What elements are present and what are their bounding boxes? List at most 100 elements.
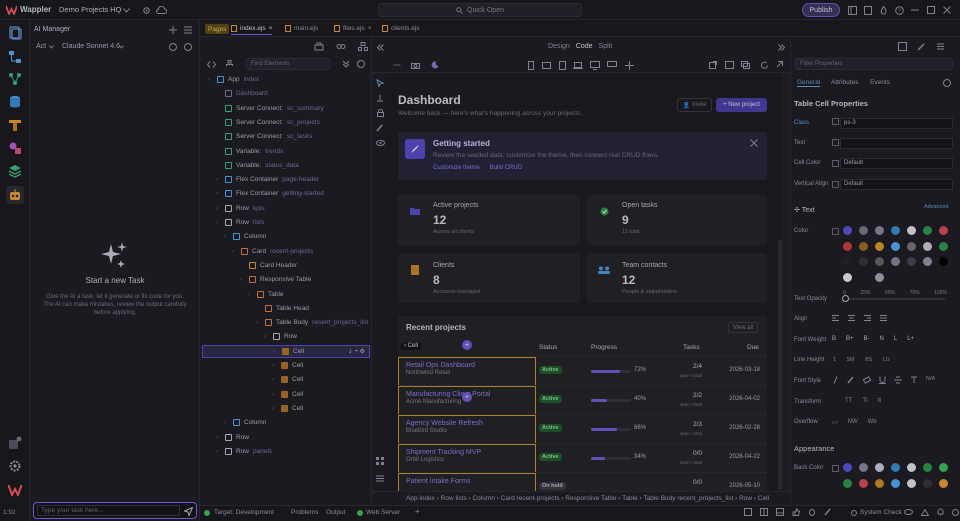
overflow-option[interactable]: NW bbox=[848, 419, 858, 426]
thumbs-up-icon[interactable] bbox=[792, 508, 800, 516]
breadcrumb[interactable]: App index › Row lists › Column › Card re… bbox=[372, 491, 790, 505]
tree-item[interactable]: Server Connect: sc_summary bbox=[202, 102, 370, 115]
align-center-icon[interactable] bbox=[848, 315, 855, 321]
color-swatch[interactable] bbox=[891, 463, 900, 472]
project-name[interactable]: Agency Website Refresh bbox=[406, 420, 528, 427]
warning-icon[interactable] bbox=[921, 508, 929, 516]
color-swatch[interactable] bbox=[939, 463, 948, 472]
color-swatch[interactable] bbox=[859, 463, 868, 472]
color-swatch[interactable] bbox=[843, 463, 852, 472]
ai-mode-select[interactable]: Act bbox=[36, 43, 46, 50]
collapse-left-icon[interactable] bbox=[375, 42, 385, 52]
problems-tab[interactable]: Problems bbox=[291, 509, 318, 516]
chevron-icon[interactable]: › bbox=[272, 376, 277, 383]
mode-code[interactable]: Code bbox=[576, 43, 593, 50]
color-swatch[interactable] bbox=[843, 226, 852, 235]
tree-item[interactable]: Table Head bbox=[202, 302, 370, 315]
send-icon[interactable] bbox=[183, 506, 193, 516]
color-swatch[interactable] bbox=[939, 241, 948, 251]
transform-option[interactable]: TT bbox=[845, 398, 852, 404]
find-elements-input[interactable]: Find Elements bbox=[246, 58, 330, 70]
color-swatch[interactable] bbox=[907, 478, 916, 488]
resources-icon[interactable] bbox=[6, 116, 24, 134]
project-name[interactable]: Retail Ops Dashboard bbox=[406, 362, 528, 369]
color-swatch[interactable] bbox=[859, 226, 868, 235]
class-binding-icon[interactable] bbox=[832, 118, 839, 125]
list-icon[interactable] bbox=[375, 473, 385, 483]
color-swatch[interactable] bbox=[891, 241, 900, 251]
bug-icon[interactable] bbox=[808, 508, 816, 516]
line-height-option[interactable]: 1 bbox=[833, 357, 836, 363]
tree-item[interactable]: › Flex Container getting-started bbox=[202, 187, 370, 200]
tree-item[interactable]: › Row bbox=[202, 431, 370, 444]
color-swatch[interactable] bbox=[939, 478, 948, 488]
quick-open-search[interactable]: Quick Open bbox=[378, 3, 582, 17]
code-icon[interactable] bbox=[206, 59, 216, 69]
target-selector[interactable]: Target: Development bbox=[214, 509, 274, 516]
expand-icon[interactable] bbox=[341, 59, 351, 69]
table-row[interactable]: Shipment Tracking MVP Orbit Logistics Acti… bbox=[398, 443, 767, 473]
task-input[interactable] bbox=[37, 505, 180, 516]
color-swatch[interactable] bbox=[875, 257, 884, 266]
chevron-icon[interactable]: › bbox=[232, 248, 237, 255]
column-header-cell[interactable]: ‹ Cell bbox=[401, 342, 422, 350]
chevron-icon[interactable]: › bbox=[240, 276, 245, 283]
chevron-icon[interactable]: › bbox=[216, 205, 221, 212]
tree-item[interactable]: › Cell bbox=[202, 373, 370, 386]
chevron-icon[interactable]: › bbox=[273, 348, 278, 355]
dark-mode-moon-icon[interactable] bbox=[430, 60, 440, 70]
add-row-icon[interactable]: + bbox=[462, 392, 472, 402]
color-swatch[interactable] bbox=[907, 257, 916, 266]
settings-icon[interactable] bbox=[6, 457, 24, 475]
mobile-device-icon[interactable] bbox=[526, 60, 536, 70]
color-swatch[interactable] bbox=[891, 226, 900, 235]
notification-dot-icon[interactable] bbox=[952, 508, 959, 516]
table-row[interactable]: Manufacturing Client Portal Acme Manufact… bbox=[398, 385, 767, 415]
chevron-icon[interactable]: › bbox=[216, 176, 221, 183]
design-assets-icon[interactable] bbox=[6, 139, 24, 157]
highlighter-icon[interactable] bbox=[847, 376, 855, 384]
eye-icon[interactable] bbox=[904, 508, 913, 516]
panel-icon[interactable] bbox=[776, 508, 784, 516]
color-swatch[interactable] bbox=[923, 463, 932, 472]
tree-item[interactable]: Dashboard bbox=[202, 87, 370, 100]
pages-icon[interactable] bbox=[6, 24, 24, 42]
chevron-icon[interactable]: › bbox=[248, 291, 253, 298]
tree-item[interactable]: › Row panels bbox=[202, 445, 370, 458]
chevron-down-icon[interactable] bbox=[48, 44, 54, 50]
tree-item[interactable]: › Column bbox=[202, 230, 370, 243]
weight-option[interactable]: L+ bbox=[907, 336, 914, 342]
tree-item[interactable]: › Flex Container page-header bbox=[202, 173, 370, 186]
add-task-icon[interactable] bbox=[168, 25, 177, 34]
laptop-icon[interactable] bbox=[573, 60, 583, 70]
help-icon[interactable] bbox=[356, 59, 366, 69]
mode-design[interactable]: Design bbox=[548, 43, 570, 50]
help-icon[interactable] bbox=[942, 78, 951, 87]
line-height-option[interactable]: BS bbox=[865, 357, 872, 363]
weight-option[interactable]: N bbox=[880, 336, 884, 342]
maximize-icon[interactable] bbox=[926, 5, 936, 15]
overflow-icon[interactable]: ▭ bbox=[832, 419, 838, 426]
tablet-icon[interactable] bbox=[557, 60, 567, 70]
viewport-scrollbar[interactable] bbox=[778, 240, 782, 490]
weight-option[interactable]: B bbox=[832, 336, 836, 342]
chevron-icon[interactable]: › bbox=[216, 448, 221, 455]
close-icon[interactable] bbox=[749, 138, 759, 148]
layers-icon[interactable] bbox=[6, 162, 24, 180]
color-swatch[interactable] bbox=[923, 478, 932, 488]
open-external-icon[interactable] bbox=[708, 60, 718, 70]
color-swatch[interactable] bbox=[891, 257, 900, 266]
valign-binding-icon[interactable] bbox=[832, 181, 839, 188]
color-swatch[interactable] bbox=[923, 226, 932, 235]
back-color-binding-icon[interactable] bbox=[832, 465, 839, 472]
edit-icon[interactable] bbox=[917, 40, 926, 52]
ai-model-select[interactable]: Claude Sonnet 4.6 bbox=[62, 43, 120, 50]
tree-item[interactable]: › Responsive Table bbox=[202, 273, 370, 286]
tab-index[interactable]: index.ejs × bbox=[231, 22, 273, 35]
color-swatch[interactable] bbox=[939, 257, 948, 266]
output-tab[interactable]: Output bbox=[326, 509, 346, 516]
stack-icon[interactable] bbox=[936, 40, 945, 52]
weight-option[interactable]: B- bbox=[864, 336, 870, 342]
database-icon[interactable] bbox=[6, 93, 24, 111]
tree-item[interactable]: › Cell bbox=[202, 402, 370, 415]
